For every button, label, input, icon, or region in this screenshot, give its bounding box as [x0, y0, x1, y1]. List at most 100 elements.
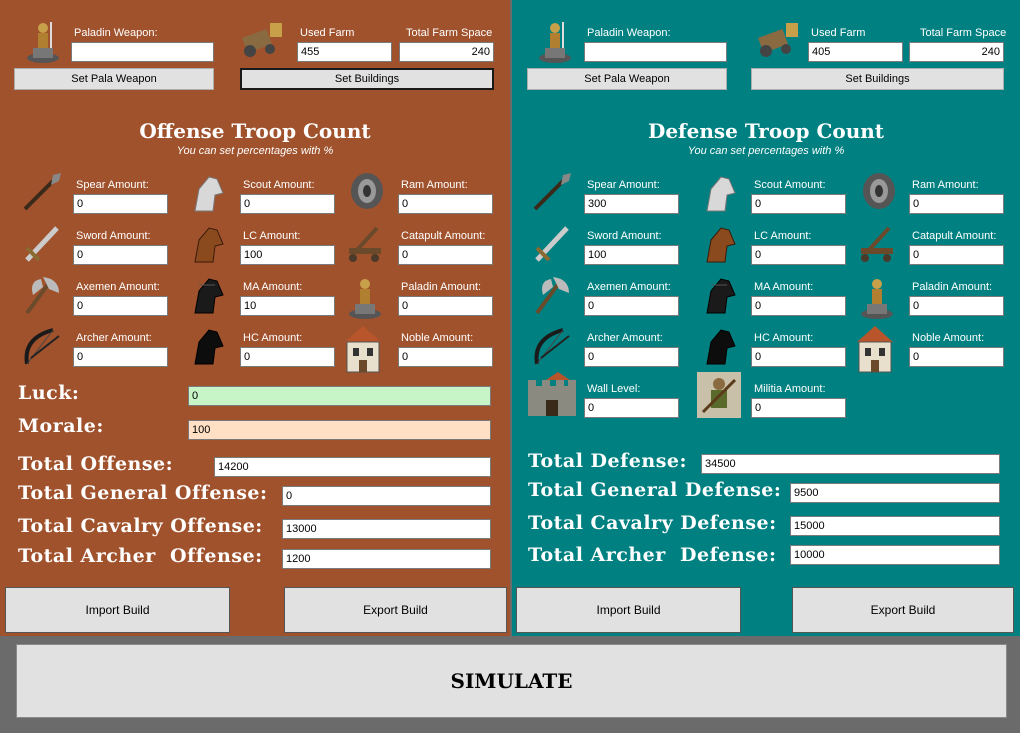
paladin-amount-input[interactable]: [909, 296, 1004, 316]
set-pala-weapon-button[interactable]: Set Pala Weapon: [14, 68, 214, 90]
total-defense-field[interactable]: [701, 454, 1000, 474]
scout-horse-icon: [696, 170, 742, 216]
ma-amount-input[interactable]: [240, 296, 335, 316]
noble-amount-input[interactable]: [398, 347, 493, 367]
paladin-weapon-input[interactable]: [584, 42, 727, 62]
troop-label: Paladin Amount:: [912, 281, 993, 293]
set-buildings-button[interactable]: Set Buildings: [751, 68, 1004, 90]
axemen-amount-input[interactable]: [584, 296, 679, 316]
total-defense-label: Total Defense:: [528, 450, 687, 472]
ram-amount-input[interactable]: [398, 194, 493, 214]
total-farm-input[interactable]: [399, 42, 494, 62]
lc-amount-input[interactable]: [240, 245, 335, 265]
militia-amount-input[interactable]: [751, 398, 846, 418]
troop-label: HC Amount:: [754, 332, 814, 344]
troop-label: Paladin Amount:: [401, 281, 482, 293]
troop-label: Axemen Amount:: [587, 281, 671, 293]
total-archer-defense-label: Total Archer Defense:: [528, 544, 777, 566]
ma-amount-input[interactable]: [751, 296, 846, 316]
archer-amount-input[interactable]: [584, 347, 679, 367]
heavy-cavalry-icon: [184, 323, 230, 369]
hc-amount-input[interactable]: [751, 347, 846, 367]
ram-amount-input[interactable]: [909, 194, 1004, 214]
sword-amount-input[interactable]: [584, 245, 679, 265]
ram-icon: [342, 168, 388, 214]
paladin-icon: [854, 274, 900, 320]
farm-icon: [240, 16, 286, 62]
offense-import-build-button[interactable]: Import Build: [5, 587, 230, 633]
used-farm-input[interactable]: [808, 42, 903, 62]
total-farm-input[interactable]: [909, 42, 1004, 62]
sword-icon: [18, 221, 64, 267]
paladin-weapon-input[interactable]: [71, 42, 214, 62]
total-offense-label: Total Offense:: [18, 453, 174, 475]
offense-export-build-button[interactable]: Export Build: [284, 587, 507, 633]
mounted-archer-icon: [696, 272, 742, 318]
troop-label: Scout Amount:: [754, 179, 826, 191]
troop-label: Catapult Amount:: [401, 230, 486, 242]
offense-panel: Paladin Weapon: Used Farm Total Farm Spa…: [0, 0, 510, 636]
used-farm-label: Used Farm: [811, 27, 866, 39]
lc-amount-input[interactable]: [751, 245, 846, 265]
heavy-cavalry-icon: [696, 323, 742, 369]
defense-export-build-button[interactable]: Export Build: [792, 587, 1014, 633]
archer-bow-icon: [18, 323, 64, 369]
troop-label: Sword Amount:: [587, 230, 662, 242]
paladin-icon: [342, 274, 388, 320]
scout-amount-input[interactable]: [751, 194, 846, 214]
total-cavalry-defense-field[interactable]: [790, 516, 1000, 536]
total-archer-defense-field[interactable]: [790, 545, 1000, 565]
paladin-weapon-label: Paladin Weapon:: [74, 27, 158, 39]
troop-label: Sword Amount:: [76, 230, 151, 242]
troop-label: Noble Amount:: [912, 332, 985, 344]
troop-label: Ram Amount:: [401, 179, 468, 191]
hc-amount-input[interactable]: [240, 347, 335, 367]
morale-input[interactable]: [188, 420, 491, 440]
defense-subtitle: You can set percentages with %: [687, 145, 845, 157]
luck-input[interactable]: [188, 386, 491, 406]
sword-amount-input[interactable]: [73, 245, 168, 265]
light-cavalry-icon: [696, 221, 742, 267]
set-pala-weapon-button[interactable]: Set Pala Weapon: [527, 68, 727, 90]
scout-amount-input[interactable]: [240, 194, 335, 214]
spear-amount-input[interactable]: [73, 194, 168, 214]
defense-import-build-button[interactable]: Import Build: [516, 587, 741, 633]
troop-label: Spear Amount:: [76, 179, 149, 191]
troop-label: Catapult Amount:: [912, 230, 997, 242]
total-cavalry-offense-field[interactable]: [282, 519, 491, 539]
total-cavalry-defense-label: Total Cavalry Defense:: [528, 512, 777, 534]
total-general-defense-label: Total General Defense:: [528, 479, 782, 501]
paladin-amount-input[interactable]: [398, 296, 493, 316]
total-general-defense-field[interactable]: [790, 483, 1000, 503]
axemen-amount-input[interactable]: [73, 296, 168, 316]
archer-amount-input[interactable]: [73, 347, 168, 367]
set-buildings-button[interactable]: Set Buildings: [240, 68, 494, 90]
catapult-amount-input[interactable]: [909, 245, 1004, 265]
farm-icon: [756, 16, 802, 62]
paladin-weapon-label: Paladin Weapon:: [587, 27, 671, 39]
total-archer-offense-field[interactable]: [282, 549, 491, 569]
paladin-icon: [532, 18, 578, 64]
catapult-amount-input[interactable]: [398, 245, 493, 265]
paladin-icon: [20, 18, 66, 64]
wall-level-input[interactable]: [584, 398, 679, 418]
archer-bow-icon: [528, 323, 574, 369]
spear-amount-input[interactable]: [584, 194, 679, 214]
axe-icon: [528, 272, 574, 318]
defense-panel: Paladin Weapon: Used Farm Total Farm Spa…: [512, 0, 1020, 636]
troop-label: Wall Level:: [587, 383, 641, 395]
total-offense-field[interactable]: [214, 457, 491, 477]
defense-title: Defense Troop Count: [647, 119, 885, 143]
used-farm-label: Used Farm: [300, 27, 355, 39]
simulate-button[interactable]: SIMULATE: [16, 644, 1007, 718]
noble-amount-input[interactable]: [909, 347, 1004, 367]
axe-icon: [18, 272, 64, 318]
offense-subtitle: You can set percentages with %: [176, 145, 334, 157]
troop-label: Archer Amount:: [76, 332, 152, 344]
total-farm-label: Total Farm Space: [920, 27, 1007, 39]
total-general-offense-field[interactable]: [282, 486, 491, 506]
sword-icon: [528, 221, 574, 267]
troop-label: HC Amount:: [243, 332, 303, 344]
ram-icon: [854, 168, 900, 214]
used-farm-input[interactable]: [297, 42, 392, 62]
